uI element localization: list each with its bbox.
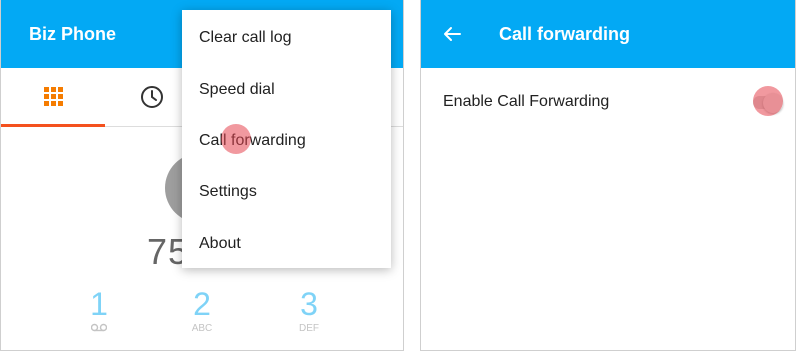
touch-indicator bbox=[753, 86, 783, 116]
dial-key-digit: 3 bbox=[300, 286, 318, 322]
dial-key-letters: DEF bbox=[299, 323, 319, 334]
voicemail-icon bbox=[69, 323, 129, 335]
page-title: Call forwarding bbox=[499, 24, 631, 44]
menu-item-clear-call-log[interactable]: Clear call log bbox=[182, 12, 391, 64]
dial-key-2[interactable]: 2 ABC bbox=[172, 287, 232, 335]
dial-key-1[interactable]: 1 bbox=[69, 287, 129, 335]
overflow-menu: Clear call log Speed dial Call forwardin… bbox=[182, 10, 391, 268]
call-forwarding-screen: Call forwarding Enable Call Forwarding bbox=[420, 0, 796, 351]
menu-item-call-forwarding[interactable]: Call forwarding bbox=[182, 115, 391, 167]
menu-item-settings[interactable]: Settings bbox=[182, 166, 391, 218]
app-bar: Call forwarding bbox=[421, 0, 795, 68]
dialpad-icon bbox=[44, 87, 63, 106]
app-title: Biz Phone bbox=[29, 24, 117, 44]
tab-dialpad[interactable] bbox=[1, 68, 105, 127]
arrow-left-icon[interactable] bbox=[443, 26, 461, 42]
call-forwarding-toggle[interactable] bbox=[749, 86, 789, 116]
dial-key-letters: ABC bbox=[191, 323, 213, 334]
menu-item-speed-dial[interactable]: Speed dial bbox=[182, 64, 391, 116]
clock-icon bbox=[141, 86, 163, 108]
menu-item-about[interactable]: About bbox=[182, 218, 391, 270]
dial-key-digit: 1 bbox=[90, 286, 108, 322]
enable-call-forwarding-row[interactable]: Enable Call Forwarding bbox=[421, 76, 795, 128]
dialer-screen: Biz Phone 75 1 2 ABC 3 DEF Clear call lo… bbox=[0, 0, 404, 351]
dial-key-3[interactable]: 3 DEF bbox=[279, 287, 339, 335]
dial-key-digit: 2 bbox=[193, 286, 211, 322]
touch-indicator bbox=[221, 124, 251, 154]
setting-label: Enable Call Forwarding bbox=[443, 93, 610, 110]
